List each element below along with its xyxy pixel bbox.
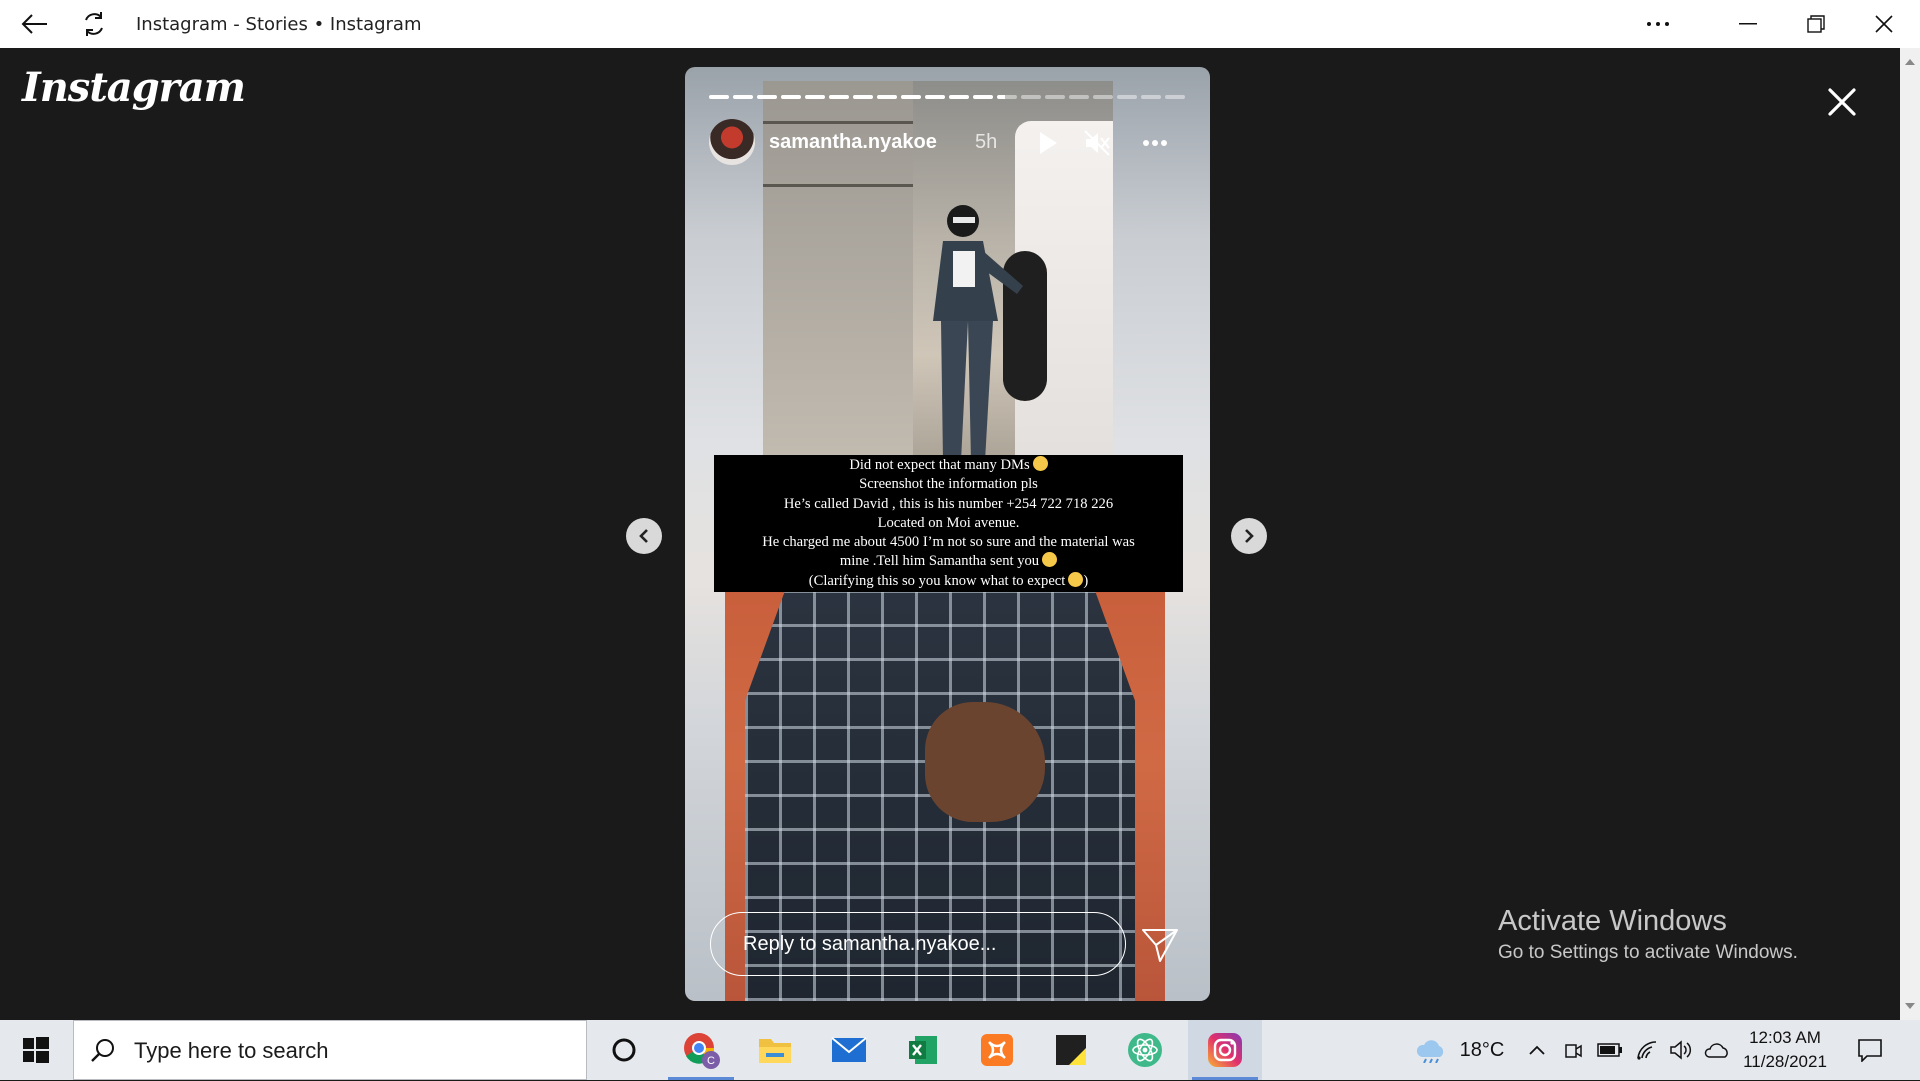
progress-segment	[1165, 95, 1185, 99]
mute-icon[interactable]	[1083, 129, 1111, 157]
progress-segment	[1117, 95, 1137, 99]
mail-icon[interactable]	[812, 1020, 886, 1080]
excel-icon[interactable]	[886, 1020, 960, 1080]
caption-line: He’s called David , this is his number +…	[783, 495, 1114, 512]
chevron-right-icon	[1245, 529, 1254, 543]
windows-start-icon[interactable]	[0, 1020, 72, 1080]
grimace-emoji-icon	[1032, 456, 1048, 471]
scroll-up-icon[interactable]	[1900, 52, 1920, 72]
refresh-icon[interactable]	[74, 0, 114, 48]
chrome-icon[interactable]: C	[664, 1020, 738, 1080]
story-time: 5h	[975, 131, 998, 153]
progress-segment	[781, 95, 801, 99]
file-explorer-icon[interactable]	[738, 1020, 812, 1080]
search-input[interactable]	[132, 1021, 576, 1081]
progress-segment	[757, 95, 777, 99]
previous-story-button[interactable]	[626, 518, 662, 554]
minimize-icon[interactable]	[1728, 0, 1768, 48]
weather-temperature[interactable]: 18°C	[1452, 1020, 1512, 1080]
progress-segment	[805, 95, 825, 99]
more-options-icon[interactable]	[1638, 0, 1678, 48]
smile-emoji-icon	[1068, 571, 1084, 587]
progress-segment	[1069, 95, 1089, 99]
avatar[interactable]	[709, 119, 755, 165]
taskbar-clock[interactable]: 12:03 AM 11/28/2021	[1730, 1026, 1840, 1074]
play-icon[interactable]	[1033, 129, 1061, 157]
reply-box[interactable]	[710, 912, 1126, 976]
onedrive-icon[interactable]	[1700, 1020, 1734, 1080]
clock-time: 12:03 AM	[1749, 1028, 1821, 1047]
progress-segment	[733, 95, 753, 99]
progress-segment	[901, 95, 921, 99]
taskbar-search[interactable]	[73, 1020, 587, 1081]
sticky-notes-icon[interactable]	[1034, 1020, 1108, 1080]
progress-segment	[949, 95, 969, 99]
caption-line: He charged me about 4500 I’m not so sure…	[762, 534, 1135, 551]
scrollbar[interactable]	[1900, 48, 1920, 1020]
weather-icon[interactable]	[1410, 1020, 1452, 1080]
progress-segment	[829, 95, 849, 99]
atom-icon[interactable]	[1108, 1020, 1182, 1080]
next-story-button[interactable]	[1231, 518, 1267, 554]
scroll-down-icon[interactable]	[1900, 996, 1920, 1016]
instagram-logo[interactable]: Instagram	[22, 64, 246, 111]
instagram-icon[interactable]	[1188, 1020, 1262, 1080]
smile-emoji-icon	[1042, 552, 1058, 568]
progress-segment	[925, 95, 945, 99]
window-title: Instagram - Stories • Instagram	[136, 14, 422, 35]
xampp-icon[interactable]	[960, 1020, 1034, 1080]
search-icon	[91, 1039, 114, 1062]
watermark-title: Activate Windows	[1498, 905, 1727, 937]
caption-line-suffix: )	[1083, 572, 1089, 589]
progress-segment	[1045, 95, 1065, 99]
activate-windows-watermark: Activate Windows Go to Settings to activ…	[1498, 905, 1798, 964]
volume-icon[interactable]	[1666, 1020, 1696, 1080]
progress-segment	[1093, 95, 1113, 99]
close-window-icon[interactable]	[1864, 0, 1904, 48]
caption-line: Did not expect that many DMs	[849, 457, 1030, 473]
back-arrow-icon[interactable]	[14, 0, 54, 48]
close-story-icon[interactable]	[1822, 82, 1862, 122]
taskbar: C 18°C 12:03 AM	[0, 1020, 1920, 1081]
caption-line: mine .Tell him Samantha sent you	[839, 553, 1040, 570]
notifications-icon[interactable]	[1850, 1020, 1890, 1080]
caption-line: (Clarifying this so you know what to exp…	[808, 572, 1066, 589]
clock-date: 11/28/2021	[1743, 1052, 1827, 1071]
chevron-up-icon[interactable]	[1522, 1020, 1552, 1080]
caption-line: Screenshot the information pls	[859, 476, 1038, 493]
story-header: samantha.nyakoe 5h	[709, 119, 1185, 165]
title-bar: Instagram - Stories • Instagram	[0, 0, 1920, 48]
send-icon[interactable]	[1140, 925, 1180, 965]
progress-segment	[1021, 95, 1041, 99]
progress-segment	[973, 95, 993, 99]
progress-segment	[709, 95, 729, 99]
story-caption: Did not expect that many DMs Screenshot …	[714, 455, 1183, 592]
meet-now-icon[interactable]	[1558, 1020, 1588, 1080]
story-progress-bar	[709, 95, 1185, 99]
progress-segment	[1141, 95, 1161, 99]
restore-icon[interactable]	[1796, 0, 1836, 48]
battery-icon[interactable]	[1594, 1020, 1626, 1080]
reply-input[interactable]	[741, 913, 1105, 976]
wifi-icon[interactable]	[1632, 1020, 1662, 1080]
watermark-subtitle: Go to Settings to activate Windows.	[1498, 942, 1798, 963]
chevron-left-icon	[639, 529, 648, 543]
svg-text:C: C	[707, 1055, 715, 1067]
story-username[interactable]: samantha.nyakoe	[769, 131, 937, 154]
story-card[interactable]: samantha.nyakoe 5h Did not expect that m…	[685, 67, 1210, 1001]
more-icon[interactable]	[1141, 129, 1169, 157]
cortana-icon[interactable]	[587, 1020, 661, 1080]
progress-segment	[853, 95, 873, 99]
caption-line: Located on Moi avenue.	[877, 514, 1020, 531]
progress-segment	[877, 95, 897, 99]
progress-segment	[997, 95, 1017, 99]
